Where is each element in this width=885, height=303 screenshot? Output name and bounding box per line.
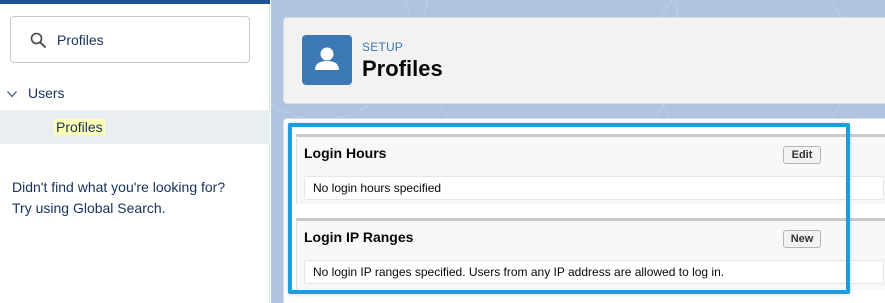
page-title: Profiles <box>362 56 443 81</box>
user-icon <box>315 47 339 70</box>
quick-find-box[interactable] <box>10 16 250 63</box>
setup-sidebar: Users Profiles Didn't find what you're l… <box>0 0 270 303</box>
search-icon <box>30 32 46 48</box>
not-found-line-1: Didn't find what you're looking for? <box>12 179 226 195</box>
chevron-down-icon[interactable] <box>6 88 18 100</box>
tree-item-profiles-label[interactable]: Profiles <box>54 119 105 135</box>
tree-item-users-label: Users <box>28 85 65 101</box>
highlight-callout <box>288 123 850 294</box>
not-found-line-2: Try using Global Search. <box>12 200 166 216</box>
quick-find-input[interactable] <box>57 30 237 50</box>
page-header: SETUP Profiles <box>283 17 885 104</box>
not-found-message: Didn't find what you're looking for? Try… <box>12 177 262 219</box>
tree-item-users[interactable]: Users <box>0 80 270 108</box>
sidebar-top-bar <box>0 0 270 4</box>
tree-item-profiles[interactable]: Profiles <box>0 110 270 144</box>
header-icon-tile <box>302 35 352 85</box>
page-eyebrow: SETUP <box>362 40 404 54</box>
